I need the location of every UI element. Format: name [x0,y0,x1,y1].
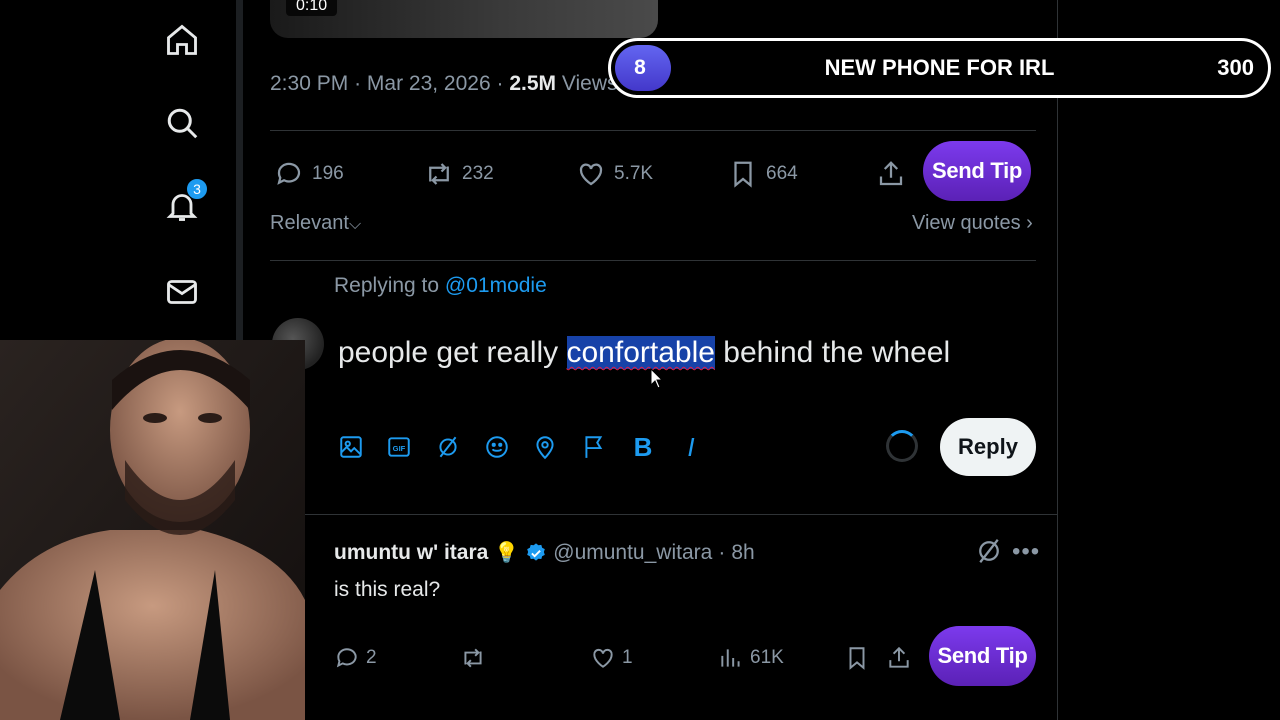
like-action[interactable]: 5.7K [576,154,653,194]
messages-icon[interactable] [160,270,204,314]
goal-target: 300 [1217,55,1254,80]
reply-button[interactable]: Reply [940,418,1036,476]
emoji-icon[interactable] [480,428,514,466]
author-emoji: 💡 [494,542,520,564]
reply-text: is this real? [334,578,441,601]
like-action[interactable]: 1 [590,640,633,676]
repost-count: 232 [462,163,494,184]
share-icon [889,646,909,668]
replying-handle[interactable]: @01modie [445,274,547,297]
repost-action[interactable] [460,640,492,676]
gif-icon[interactable]: GIF [382,428,416,466]
view-quotes-label: View quotes [912,212,1021,234]
notifications-icon[interactable]: 3 [160,178,208,228]
search-icon[interactable] [160,101,204,145]
text-after: behind the wheel [714,336,951,369]
reply-author: umuntu w' itara 💡 @umuntu_witara · 8h [334,540,755,565]
views-count: 2.5M [509,72,557,95]
notifications-badge: 3 [186,178,208,200]
divider [270,130,1036,131]
chevron-down-icon: ⌵ [348,216,362,233]
sort-dropdown[interactable]: Relevant⌵ [270,212,361,235]
author-name[interactable]: umuntu w' itara [334,541,488,565]
italic-button[interactable]: I [674,428,708,466]
grok-icon[interactable] [431,428,465,466]
flag-icon[interactable] [577,428,611,466]
meta-separator: · [354,72,362,95]
divider [305,514,1057,515]
meta-separator: · [718,540,726,564]
bookmark-icon [849,647,865,670]
verified-badge-icon [527,542,546,561]
send-tip-button[interactable]: Send Tip [923,141,1031,201]
reply-textarea[interactable]: people get really confortable behind the… [338,336,950,370]
like-count: 5.7K [614,163,654,184]
bookmark-count: 664 [766,163,798,184]
share-icon [879,161,903,186]
post-time[interactable]: 2:30 PM [270,72,348,95]
svg-text:GIF: GIF [393,444,406,453]
bookmark-action[interactable] [844,640,870,676]
divider [270,260,1036,261]
more-icon[interactable]: ••• [1012,538,1040,566]
character-counter [886,430,918,462]
bold-button[interactable]: B [626,428,660,466]
heart-icon [593,648,613,668]
home-icon[interactable] [160,18,204,62]
heart-icon [579,163,603,186]
send-tip-button[interactable]: Send Tip [929,626,1036,686]
analytics-icon [721,649,740,667]
goal-title: NEW PHONE FOR IRL [824,55,1055,80]
reply-age[interactable]: 8h [731,541,754,565]
mouse-cursor-icon [650,368,664,389]
share-action[interactable] [886,640,912,676]
bookmark-action[interactable]: 664 [728,154,798,194]
text-before: people get really [338,336,567,369]
replying-to: Replying to @01modie [334,274,547,298]
italic-label: I [687,431,695,462]
reply-count: 196 [312,163,344,184]
video-duration: 0:10 [286,0,338,16]
media-icon[interactable] [334,428,368,466]
post-meta: 2:30 PM · Mar 23, 2026 · 2.5M Views [270,72,618,96]
goal-bar: 8 NEW PHONE FOR IRL 300 [608,38,1271,98]
bookmark-icon [734,161,752,188]
webcam-overlay [0,340,305,720]
share-action[interactable] [876,154,906,194]
bold-label: B [633,431,653,462]
views-count: 61K [750,647,784,668]
replying-prefix: Replying to [334,274,440,297]
column-border [1057,0,1058,720]
sort-label: Relevant [270,212,349,234]
author-handle[interactable]: @umuntu_witara [553,541,712,565]
view-quotes-link[interactable]: View quotes › [912,212,1033,235]
repost-icon [429,163,449,185]
reply-action[interactable]: 196 [274,154,344,194]
grok-icon[interactable] [974,536,1004,566]
reply-count: 2 [366,647,377,668]
post-date[interactable]: Mar 23, 2026 [367,72,491,95]
reply-icon [277,162,301,185]
like-count: 1 [622,647,633,668]
meta-separator: · [496,72,504,95]
reply-icon [336,648,357,668]
views-action[interactable]: 61K [718,640,784,676]
chevron-right-icon: › [1026,212,1033,234]
repost-icon [464,648,482,668]
repost-action[interactable]: 232 [424,154,494,194]
reply-action[interactable]: 2 [334,640,377,676]
location-icon[interactable] [528,428,562,466]
selected-word: confortable [566,336,715,369]
